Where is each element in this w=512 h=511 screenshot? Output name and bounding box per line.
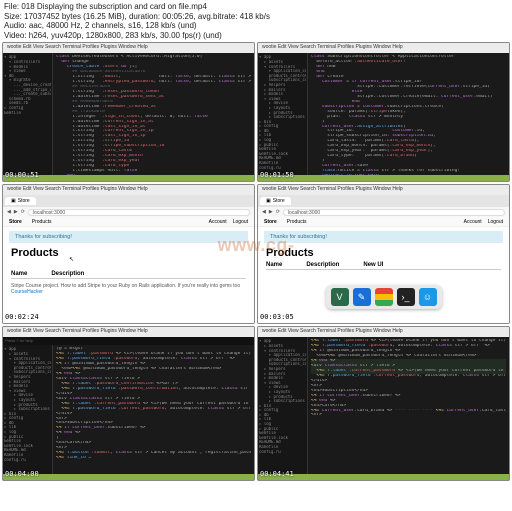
forward-icon[interactable]: ▶ [269, 209, 273, 215]
tab-favicon-icon: ▣ [11, 198, 16, 204]
panel-browser: wootie Edit View Search Terminal Profile… [2, 184, 255, 324]
menubar[interactable]: wootie Edit View Search Terminal Profile… [3, 327, 254, 337]
back-icon[interactable]: ◀ [7, 209, 11, 215]
dock-app-finder-icon[interactable]: ☺ [419, 288, 437, 306]
panel-editor-controller: wootie Edit View Search Terminal Profile… [257, 42, 510, 182]
table-header: Name Description New UI [266, 262, 501, 270]
file-tree[interactable]: ▾ app ▾ controllers ▾ models ▾ views▾ db… [3, 53, 53, 181]
file-tree[interactable]: ▾ app ▸ assets ▾ controllers ▾ applicati… [258, 337, 308, 480]
panel-editor-migration: wootie Edit View Search Terminal Profile… [2, 42, 255, 182]
editor-header: Press ? for help [3, 337, 254, 345]
timestamp: 00:03:05 [260, 313, 294, 321]
col-desc: Description [51, 271, 84, 277]
code-editor[interactable]: <%= f.label :password %> <i>(leave blank… [308, 337, 509, 480]
meta-filename: File: 018 Displaying the subscription an… [4, 2, 508, 12]
footer-link[interactable]: CourseHacker [11, 289, 43, 295]
terminal-editor[interactable]: ▾ app ▸ assets ▾ controllers ▾ applicati… [3, 345, 254, 480]
app-switcher-dock[interactable]: V ✎ ›_ ☺ [326, 285, 442, 309]
nav-logout[interactable]: Logout [233, 219, 248, 225]
flash-notice: Thanks for subscribing! [264, 231, 503, 243]
panel-browser-dock: wootie Edit View Search Terminal Profile… [257, 184, 510, 324]
footer-copy: Stripe Course project. How to add Stripe… [11, 283, 246, 295]
site-nav: Store Products Account Logout [258, 217, 509, 227]
site-brand[interactable]: Store [9, 219, 22, 225]
col-desc: Description [306, 262, 339, 268]
editor-statusline [3, 474, 254, 480]
tab-title: Store [18, 198, 30, 204]
code-editor[interactable]: class DeviseCreateUsers < ActiveRecord::… [53, 53, 254, 181]
browser-tab[interactable]: ▣Store [260, 197, 291, 205]
terminal-editor[interactable]: ▾ app ▸ assets ▾ controllers ▾ applicati… [258, 53, 509, 181]
panel-editor-view-edit: wootie Edit View Search Terminal Profile… [2, 326, 255, 481]
browser-tab[interactable]: ▣Store [5, 197, 36, 205]
cursor-icon: ↖ [69, 257, 74, 263]
nav-logout[interactable]: Logout [488, 219, 503, 225]
address-bar[interactable]: localhost:3000 [283, 209, 505, 216]
col-name: Name [11, 271, 27, 277]
dock-app-terminal-icon[interactable]: ›_ [397, 288, 415, 306]
browser-toolbar: ◀ ▶ ⟳ localhost:3000 [3, 207, 254, 217]
browser-tabbar[interactable]: ▣Store [258, 195, 509, 207]
meta-video: Video: h264, yuv420p, 1280x800, 283 kb/s… [4, 31, 508, 41]
timestamp: 00:00:51 [5, 171, 39, 179]
forward-icon[interactable]: ▶ [14, 209, 18, 215]
nav-products[interactable]: Products [32, 219, 52, 225]
terminal-editor[interactable]: ▾ app ▾ controllers ▾ models ▾ views▾ db… [3, 53, 254, 181]
timestamp: 00:04:00 [5, 470, 39, 478]
file-tree[interactable]: ▾ app ▸ assets ▾ controllers ▾ applicati… [3, 345, 53, 480]
menubar[interactable]: wootie Edit View Search Terminal Profile… [3, 43, 254, 53]
timestamp: 00:02:24 [5, 313, 39, 321]
meta-size: Size: 17037452 bytes (16.25 MiB), durati… [4, 12, 508, 22]
code-editor[interactable]: (@ = msgs)<%= f.label :password %> <i>(l… [53, 345, 254, 480]
timestamp: 00:04:41 [260, 470, 294, 478]
file-metadata: File: 018 Displaying the subscription an… [0, 0, 512, 42]
dock-app-chrome-icon[interactable] [375, 288, 393, 306]
col-name: Name [266, 262, 282, 268]
panel-editor-view-card: wootie Edit View Search Terminal Profile… [257, 326, 510, 481]
tab-favicon-icon: ▣ [266, 198, 271, 204]
dock-app-editor-icon[interactable]: ✎ [353, 288, 371, 306]
file-tree[interactable]: ▾ app ▸ assets ▾ controllers ▾ applicati… [258, 53, 308, 181]
editor-statusline [3, 175, 254, 181]
site-brand[interactable]: Store [264, 219, 277, 225]
page-title: Products [11, 247, 246, 259]
menubar[interactable]: wootie Edit View Search Terminal Profile… [258, 185, 509, 195]
nav-products[interactable]: Products [287, 219, 307, 225]
site-nav: Store Products Account Logout [3, 217, 254, 227]
menubar[interactable]: wootie Edit View Search Terminal Profile… [258, 43, 509, 53]
menubar[interactable]: wootie Edit View Search Terminal Profile… [258, 327, 509, 337]
nav-account[interactable]: Account [464, 219, 482, 225]
table-header: Name Description [11, 271, 246, 279]
col-newui: New UI [363, 262, 383, 268]
page-content: Products ↖ Name Description Stripe Cours… [3, 245, 254, 324]
nav-account[interactable]: Account [209, 219, 227, 225]
terminal-editor[interactable]: ▾ app ▸ assets ▾ controllers ▾ applicati… [258, 337, 509, 480]
editor-statusline [258, 474, 509, 480]
address-bar[interactable]: localhost:3000 [28, 209, 250, 216]
reload-icon[interactable]: ⟳ [21, 209, 25, 215]
tab-title: Store [273, 198, 285, 204]
back-icon[interactable]: ◀ [262, 209, 266, 215]
timestamp: 00:01:50 [260, 171, 294, 179]
meta-audio: Audio: aac, 48000 Hz, 2 channels, s16, 1… [4, 21, 508, 31]
dock-app-vim-icon[interactable]: V [331, 288, 349, 306]
page-title: Products [266, 247, 501, 259]
flash-notice: Thanks for subscribing! [9, 231, 248, 243]
editor-statusline [258, 175, 509, 181]
reload-icon[interactable]: ⟳ [276, 209, 280, 215]
browser-toolbar: ◀ ▶ ⟳ localhost:3000 [258, 207, 509, 217]
code-editor[interactable]: class SubscriptionsController < Applicat… [308, 53, 509, 181]
browser-tabbar[interactable]: ▣Store [3, 195, 254, 207]
menubar[interactable]: wootie Edit View Search Terminal Profile… [3, 185, 254, 195]
